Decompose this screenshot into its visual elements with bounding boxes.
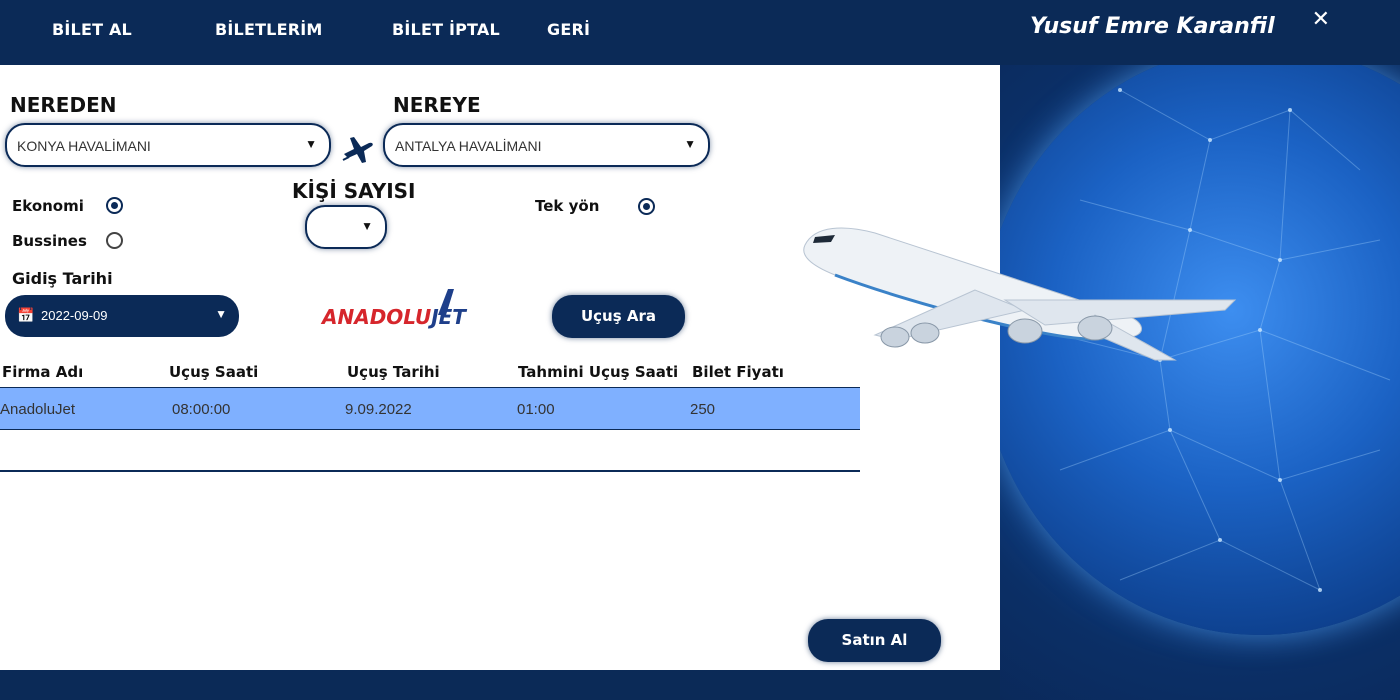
to-label: NEREYE xyxy=(393,93,481,117)
passenger-count-label: KİŞİ SAYISI xyxy=(292,179,416,203)
nav-back[interactable]: GERİ xyxy=(547,20,590,39)
user-name: Yusuf Emre Karanfil xyxy=(1030,14,1275,39)
logo-tail-icon xyxy=(438,289,454,315)
nav-my-tickets[interactable]: BİLETLERİM xyxy=(215,20,323,39)
header-flight-date: Uçuş Tarihi xyxy=(347,363,440,381)
economy-label: Ekonomi xyxy=(12,197,84,215)
to-dropdown[interactable]: ANTALYA HAVALİMANI ▼ xyxy=(383,123,710,167)
chevron-down-icon: ▼ xyxy=(305,137,317,151)
cell-ticket-price: 250 xyxy=(690,401,716,418)
close-icon[interactable]: ✕ xyxy=(1312,6,1330,32)
calendar-icon: 📅 xyxy=(17,307,35,323)
from-label: NEREDEN xyxy=(10,93,117,117)
logo-part-anadolu: ANADOLU xyxy=(322,305,432,329)
one-way-label: Tek yön xyxy=(535,197,600,215)
chevron-down-icon: ▼ xyxy=(684,137,696,151)
cell-company: AnadoluJet xyxy=(0,401,76,418)
header-estimated-duration: Tahmini Uçuş Saati xyxy=(518,363,679,381)
to-value: ANTALYA HAVALİMANI xyxy=(395,138,542,154)
cell-flight-time: 08:00:00 xyxy=(172,401,231,418)
from-dropdown[interactable]: KONYA HAVALİMANI ▼ xyxy=(5,123,331,167)
anadolujet-logo: ANADOLUJET xyxy=(322,289,466,329)
header-flight-time: Uçuş Saati xyxy=(169,363,259,381)
header-company: Firma Adı xyxy=(2,363,84,381)
departure-date-picker[interactable]: 📅 2022-09-09 ▼ xyxy=(5,295,239,337)
header-ticket-price: Bilet Fiyatı xyxy=(692,363,784,381)
table-row[interactable] xyxy=(0,387,860,430)
economy-radio[interactable] xyxy=(106,197,123,214)
airplane-swap-icon[interactable] xyxy=(340,130,376,166)
business-label: Bussines xyxy=(12,232,87,250)
from-value: KONYA HAVALİMANI xyxy=(17,138,151,154)
chevron-down-icon: ▼ xyxy=(215,307,227,321)
chevron-down-icon: ▼ xyxy=(361,219,373,233)
cell-flight-date: 9.09.2022 xyxy=(345,401,412,418)
nav-cancel-ticket[interactable]: BİLET İPTAL xyxy=(392,20,500,39)
departure-date-value: 2022-09-09 xyxy=(41,308,108,323)
bottom-bar xyxy=(0,670,1000,700)
one-way-radio[interactable] xyxy=(638,198,655,215)
passenger-count-dropdown[interactable]: ▼ xyxy=(305,205,387,249)
business-radio[interactable] xyxy=(106,232,123,249)
cell-estimated-duration: 01:00 xyxy=(517,401,555,418)
table-bottom-border xyxy=(0,470,860,472)
airplane-image xyxy=(803,227,1237,361)
buy-button[interactable]: Satın Al xyxy=(808,619,941,662)
search-flights-button[interactable]: Uçuş Ara xyxy=(552,295,685,338)
departure-date-label: Gidiş Tarihi xyxy=(12,269,113,288)
nav-buy-ticket[interactable]: BİLET AL xyxy=(52,20,132,39)
